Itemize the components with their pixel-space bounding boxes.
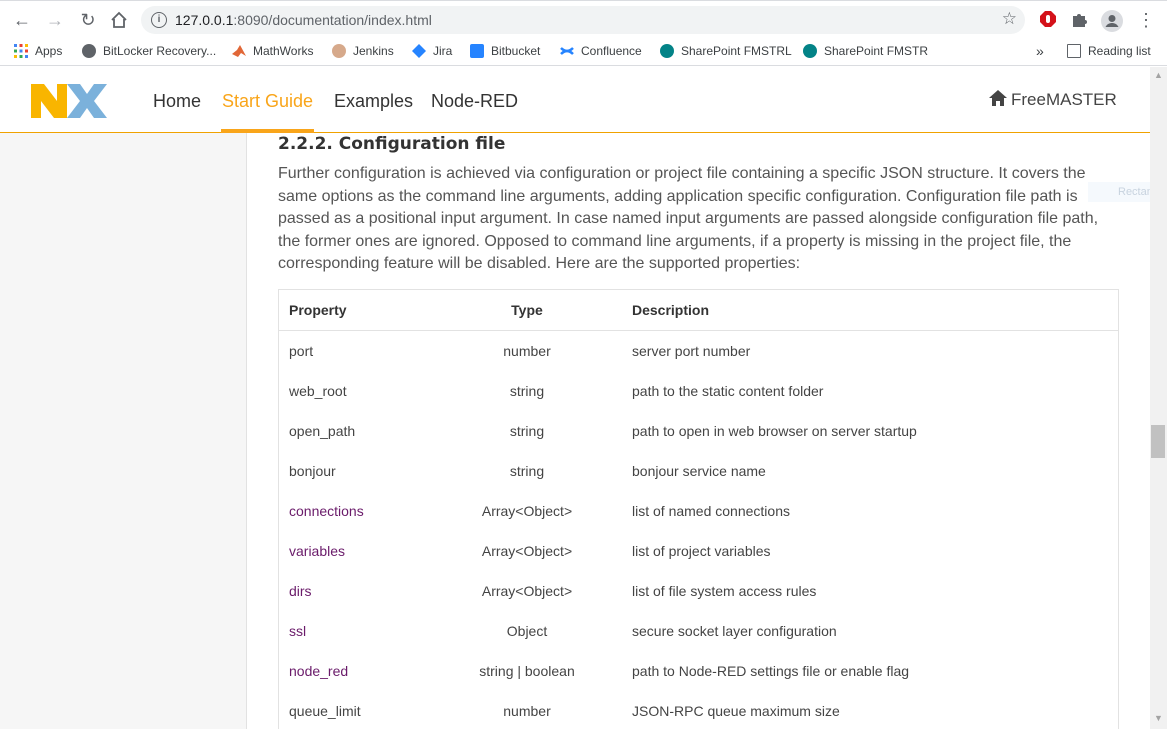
table-row: ssl Object secure socket layer configura… xyxy=(279,611,1118,651)
profile-avatar-icon[interactable] xyxy=(1101,10,1123,32)
type-cell: string xyxy=(509,423,545,439)
description-cell: list of project variables xyxy=(632,543,771,559)
type-cell: Object xyxy=(506,623,548,639)
description-cell: path to open in web browser on server st… xyxy=(632,423,917,439)
type-cell: Array<Object> xyxy=(481,583,573,599)
property-cell: web_root xyxy=(289,383,347,399)
table-row: port number server port number xyxy=(279,331,1118,371)
property-cell: queue_limit xyxy=(289,703,361,719)
type-cell: number xyxy=(503,703,551,719)
sharepoint-icon xyxy=(660,44,674,58)
bookmark-sharepoint-fmstrl[interactable]: SharePoint FMSTRL xyxy=(660,43,792,61)
reading-list-button[interactable]: Reading list xyxy=(1067,43,1151,61)
scroll-down-arrow-icon[interactable]: ▼ xyxy=(1150,710,1167,727)
table-row: node_red string | boolean path to Node-R… xyxy=(279,651,1118,691)
nav-node-red[interactable]: Node-RED xyxy=(431,91,518,112)
browser-toolbar: ← → ↻ i 127.0.0.1:8090/documentation/ind… xyxy=(0,0,1167,38)
type-cell: number xyxy=(503,343,551,359)
nav-examples[interactable]: Examples xyxy=(334,91,413,112)
property-cell: port xyxy=(289,343,314,359)
property-link-node-red[interactable]: node_red xyxy=(289,651,348,691)
bookmark-jira[interactable]: Jira xyxy=(412,43,452,61)
home-icon[interactable] xyxy=(108,9,130,31)
table-row: open_path string path to open in web bro… xyxy=(279,411,1118,451)
ghost-rectangle-label: Rectangle xyxy=(1088,182,1150,202)
property-link-variables[interactable]: variables xyxy=(289,531,345,571)
bitlocker-icon xyxy=(82,44,96,58)
address-bar[interactable]: i 127.0.0.1:8090/documentation/index.htm… xyxy=(141,6,1025,34)
scrollbar-thumb[interactable] xyxy=(1151,425,1165,458)
nav-start-guide[interactable]: Start Guide xyxy=(222,91,313,112)
section-title: 2.2.2. Configuration file xyxy=(278,134,506,154)
table-header: Property Type Description xyxy=(279,290,1118,331)
bookmark-jenkins[interactable]: Jenkins xyxy=(332,43,394,61)
bookmarks-bar: Apps BitLocker Recovery... MathWorks Jen… xyxy=(0,38,1167,66)
home-icon xyxy=(989,90,1007,106)
freemaster-home-link[interactable]: FreeMASTER xyxy=(989,90,1117,110)
web-page: Home Start Guide Examples Node-RED FreeM… xyxy=(0,67,1167,729)
back-icon[interactable]: ← xyxy=(11,9,33,31)
mathworks-icon xyxy=(232,44,246,58)
type-cell: string | boolean xyxy=(479,663,575,679)
property-link-ssl[interactable]: ssl xyxy=(289,611,306,651)
bookmarks-overflow-chevron[interactable]: » xyxy=(1036,43,1044,61)
reload-icon[interactable]: ↻ xyxy=(77,9,99,31)
scroll-up-arrow-icon[interactable]: ▲ xyxy=(1150,67,1167,84)
property-link-dirs[interactable]: dirs xyxy=(289,571,312,611)
type-cell: string xyxy=(509,383,545,399)
sharepoint-icon xyxy=(803,44,817,58)
adblock-icon[interactable] xyxy=(1039,10,1059,30)
table-row: variables Array<Object> list of project … xyxy=(279,531,1118,571)
description-cell: list of file system access rules xyxy=(632,583,817,599)
type-cell: Array<Object> xyxy=(481,503,573,519)
bookmark-star-icon[interactable]: ☆ xyxy=(1002,9,1017,29)
bookmark-bitlocker[interactable]: BitLocker Recovery... xyxy=(82,43,216,61)
confluence-icon xyxy=(560,44,574,58)
header-description: Description xyxy=(632,302,710,318)
jira-icon xyxy=(412,44,426,58)
bookmark-confluence[interactable]: Confluence xyxy=(560,43,642,61)
table-row: web_root string path to the static conte… xyxy=(279,371,1118,411)
table-row: queue_limit number JSON-RPC queue maximu… xyxy=(279,691,1118,729)
description-cell: path to Node-RED settings file or enable… xyxy=(632,663,910,679)
site-header: Home Start Guide Examples Node-RED FreeM… xyxy=(0,67,1150,133)
description-cell: JSON-RPC queue maximum size xyxy=(632,703,840,719)
bookmark-bitbucket[interactable]: Bitbucket xyxy=(470,43,540,61)
property-cell: bonjour xyxy=(289,463,336,479)
site-info-icon[interactable]: i xyxy=(151,12,167,28)
description-cell: secure socket layer configuration xyxy=(632,623,837,639)
nav-home[interactable]: Home xyxy=(153,91,201,112)
reading-list-icon xyxy=(1067,44,1081,58)
description-cell: bonjour service name xyxy=(632,463,766,479)
properties-table: Property Type Description port number se… xyxy=(278,289,1119,729)
nxp-logo[interactable] xyxy=(31,84,123,118)
jenkins-icon xyxy=(332,44,346,58)
type-cell: string xyxy=(509,463,545,479)
header-type: Type xyxy=(511,302,543,318)
bitbucket-icon xyxy=(470,44,484,58)
table-row: bonjour string bonjour service name xyxy=(279,451,1118,491)
property-cell: open_path xyxy=(289,423,356,439)
extensions-puzzle-icon[interactable] xyxy=(1070,10,1090,30)
header-property: Property xyxy=(289,302,347,318)
description-cell: list of named connections xyxy=(632,503,790,519)
bookmark-sharepoint-fmstr[interactable]: SharePoint FMSTR xyxy=(803,43,928,61)
table-row: dirs Array<Object> list of file system a… xyxy=(279,571,1118,611)
bookmark-apps[interactable]: Apps xyxy=(14,43,62,61)
forward-icon[interactable]: → xyxy=(44,9,66,31)
table-row: connections Array<Object> list of named … xyxy=(279,491,1118,531)
apps-grid-icon xyxy=(14,44,28,58)
page-scrollbar[interactable] xyxy=(1150,67,1167,729)
docs-sidebar xyxy=(0,133,247,729)
section-paragraph: Further configuration is achieved via co… xyxy=(278,165,1099,272)
url-text[interactable]: 127.0.0.1:8090/documentation/index.html xyxy=(175,12,432,28)
type-cell: Array<Object> xyxy=(481,543,573,559)
property-link-connections[interactable]: connections xyxy=(289,491,364,531)
description-cell: server port number xyxy=(632,343,751,359)
chrome-menu-icon[interactable]: ⋮ xyxy=(1136,10,1156,30)
bookmark-mathworks[interactable]: MathWorks xyxy=(232,43,313,61)
description-cell: path to the static content folder xyxy=(632,383,824,399)
docs-content: 2.2.2. Configuration file Further config… xyxy=(247,133,1150,729)
